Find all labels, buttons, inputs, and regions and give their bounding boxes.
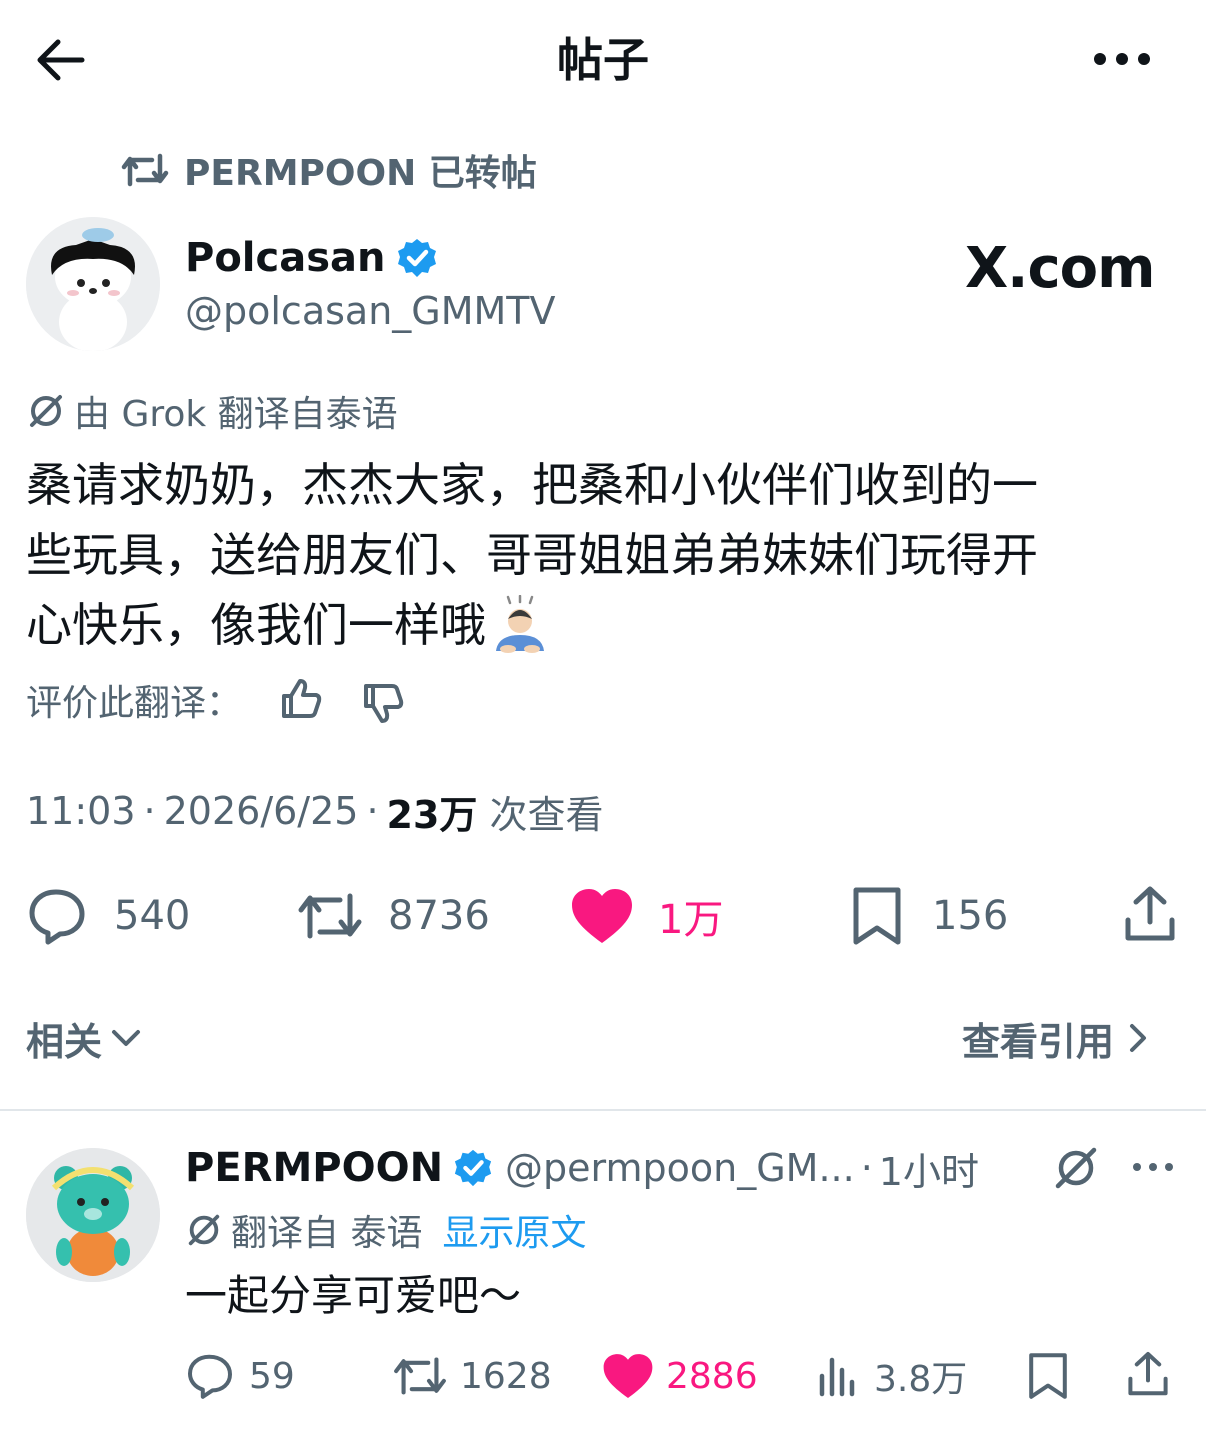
reply-like-count: 2886	[666, 1355, 758, 1397]
bookmark-icon	[1029, 1353, 1067, 1399]
verified-badge-icon	[454, 1149, 492, 1187]
author-avatar[interactable]	[26, 217, 160, 351]
bowing-person-icon	[496, 595, 544, 653]
thumbs-up-icon	[282, 679, 322, 718]
grok-icon	[1055, 1147, 1097, 1189]
more-icon	[1094, 53, 1150, 65]
thumbs-down-button[interactable]	[360, 680, 406, 726]
show-original-link[interactable]: 显示原文	[442, 1204, 586, 1256]
post-date: 2026/6/25	[163, 789, 359, 833]
reply-count: 540	[114, 893, 191, 939]
view-quotes-link[interactable]: 查看引用	[962, 1012, 1152, 1064]
repost-icon	[121, 153, 169, 187]
heart-filled-icon	[572, 889, 632, 943]
more-icon	[1133, 1163, 1173, 1171]
chevron-right-icon	[1130, 1024, 1147, 1052]
more-button[interactable]	[1090, 44, 1154, 74]
post-body-line: 桑请求奶奶，杰杰大家，把桑和小伙伴们收到的一	[26, 458, 1038, 512]
post-time: 11:03	[26, 789, 136, 833]
grok-icon	[30, 395, 62, 427]
related-toggle[interactable]: 相关	[26, 1012, 144, 1064]
repost-banner-text: PERMPOON 已转帖	[184, 153, 537, 194]
views-label: 次查看	[489, 792, 604, 837]
reply-translation-label: 翻译自 泰语	[231, 1213, 423, 1254]
translation-notice-text: 由 Grok 翻译自泰语	[74, 394, 398, 435]
post-body-line-last: 心快乐，像我们一样哦	[26, 590, 1186, 660]
analytics-icon	[819, 1357, 855, 1397]
bookmark-count: 156	[932, 893, 1009, 939]
bookmark-button[interactable]: 156	[850, 884, 1008, 948]
repost-button[interactable]: 8736	[296, 884, 490, 948]
rate-translation: 评价此翻译：	[26, 674, 242, 726]
related-label: 相关	[26, 1019, 103, 1064]
author-name-row[interactable]: Polcasan	[185, 232, 438, 284]
translation-notice: 由 Grok 翻译自泰语	[26, 388, 398, 435]
post-body: 桑请求奶奶，杰杰大家，把桑和小伙伴们收到的一 些玩具，送给朋友们、哥哥姐姐弟弟妹…	[26, 450, 1186, 660]
reply-views-button[interactable]: 3.8万	[816, 1350, 967, 1402]
bookmark-icon	[853, 887, 901, 945]
views-count: 23万	[386, 792, 478, 837]
thumbs-down-icon	[364, 684, 404, 723]
reply-author-name: PERMPOON	[185, 1145, 444, 1191]
reply-reply-button[interactable]: 59	[185, 1350, 295, 1402]
back-button[interactable]	[30, 34, 90, 86]
reply-icon	[188, 1354, 232, 1399]
divider	[0, 1109, 1206, 1111]
reply-button[interactable]: 540	[26, 884, 190, 948]
avatar-image	[26, 1148, 160, 1282]
reply-time: 1小时	[878, 1149, 979, 1194]
rate-translation-label: 评价此翻译：	[26, 683, 243, 724]
repost-icon	[394, 1357, 446, 1395]
share-button[interactable]	[1120, 884, 1180, 944]
reply-share-button[interactable]	[1124, 1350, 1172, 1398]
share-icon	[1125, 886, 1175, 941]
watermark: X.com	[965, 236, 1155, 301]
reply-grok-button[interactable]	[1052, 1144, 1100, 1192]
grok-icon	[188, 1214, 220, 1246]
reply-bookmark-button[interactable]	[1026, 1352, 1070, 1400]
repost-banner[interactable]: PERMPOON 已转帖	[120, 145, 537, 195]
repost-icon	[298, 893, 362, 939]
verified-badge-icon	[397, 239, 436, 277]
chevron-down-icon	[112, 1030, 141, 1046]
reply-views-count: 3.8万	[874, 1359, 968, 1400]
like-count: 1万	[658, 897, 724, 943]
reply-reply-count: 59	[249, 1355, 295, 1397]
reply-header[interactable]: PERMPOON @permpoon_GM... · 1小时	[185, 1142, 979, 1194]
post-meta: 11:03 · 2026/6/25 · 23万 次查看	[26, 786, 604, 837]
reply-icon	[29, 889, 85, 945]
reply-like-button[interactable]: 2886	[602, 1350, 758, 1402]
post-body-line: 些玩具，送给朋友们、哥哥姐姐弟弟妹妹们玩得开	[26, 528, 1038, 582]
reply-translation-notice: 翻译自 泰语 显示原文	[185, 1206, 586, 1254]
heart-filled-icon	[603, 1354, 653, 1398]
page-title: 帖子	[557, 33, 649, 87]
reply-avatar[interactable]	[26, 1148, 160, 1282]
reply-more-button[interactable]	[1130, 1156, 1176, 1178]
like-button[interactable]: 1万	[570, 884, 723, 948]
author-handle[interactable]: @polcasan_GMMTV	[185, 287, 556, 335]
reply-text: 一起分享可爱吧～	[185, 1271, 522, 1320]
repost-count: 8736	[388, 893, 490, 939]
post-body-line: 心快乐，像我们一样哦	[26, 598, 486, 652]
author-name: Polcasan	[185, 235, 386, 281]
reply-repost-count: 1628	[460, 1355, 552, 1397]
view-quotes-label: 查看引用	[962, 1019, 1115, 1064]
avatar-image	[26, 217, 160, 351]
reply-repost-button[interactable]: 1628	[392, 1350, 552, 1402]
back-arrow-icon	[37, 39, 85, 81]
reply-author-handle: @permpoon_GM...	[505, 1146, 855, 1190]
thumbs-up-button[interactable]	[278, 676, 324, 722]
share-icon	[1128, 1352, 1168, 1396]
